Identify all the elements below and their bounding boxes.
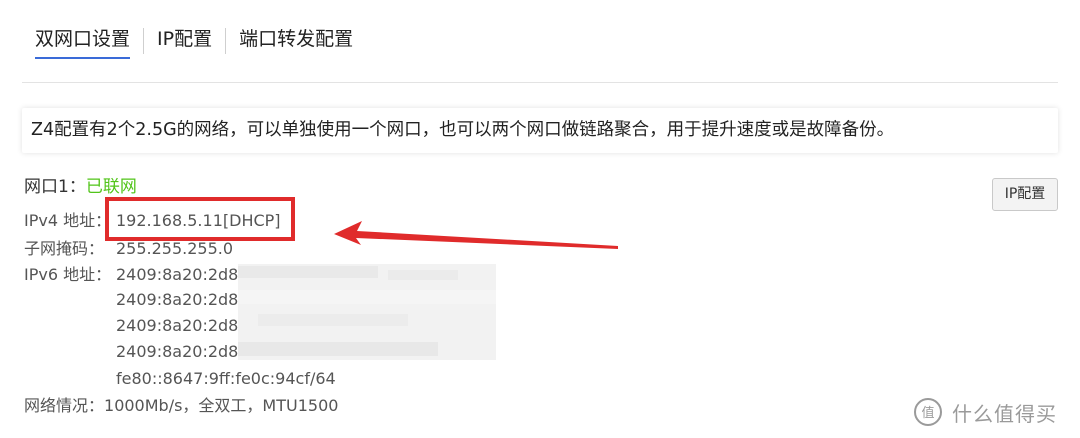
ipv4-label: IPv4 地址： — [24, 211, 112, 230]
watermark-logo-icon: 值 — [914, 398, 942, 426]
mask-row: 子网掩码： 255.255.255.0 — [24, 239, 233, 259]
ipv6-address: 2409:8a20:2d8: — [116, 290, 244, 309]
blurred-mosaic — [238, 264, 496, 360]
watermark: 值 什么值得买 — [913, 397, 1057, 427]
ipv6-address: 2409:8a20:2d8: — [116, 265, 244, 284]
header-divider — [22, 82, 1058, 83]
tab-ip-config[interactable]: IP配置 — [144, 22, 225, 63]
ipv6-address: 2409:8a20:2d8 — [116, 316, 239, 335]
info-banner: Z4配置有2个2.5G的网络，可以单独使用一个网口，也可以两个网口做链路聚合，用… — [22, 108, 1058, 153]
port-title-label: 网口1： — [24, 177, 86, 197]
ip-config-button[interactable]: IP配置 — [992, 178, 1058, 211]
tab-bar: 双网口设置 IP配置 端口转发配置 — [22, 22, 366, 62]
network-value: 1000Mb/s，全双工，MTU1500 — [104, 396, 339, 415]
ipv6-row: IPv6 地址： — [24, 265, 116, 285]
ipv6-address: fe80::8647:9ff:fe0c:94cf/64 — [116, 369, 336, 388]
ipv6-label: IPv6 地址： — [24, 265, 112, 284]
watermark-text: 什么值得买 — [952, 401, 1057, 426]
port-status: 已联网 — [85, 177, 137, 197]
annotation-highlight-box — [105, 197, 295, 241]
svg-text:值: 值 — [921, 405, 934, 421]
annotation-arrow-icon — [334, 221, 618, 249]
tab-port-forwarding[interactable]: 端口转发配置 — [226, 22, 366, 63]
mask-value: 255.255.255.0 — [116, 239, 234, 258]
network-label: 网络情况： — [24, 396, 105, 415]
tab-dual-port[interactable]: 双网口设置 — [22, 22, 143, 63]
port-title: 网口1：已联网 — [24, 176, 137, 198]
mask-label: 子网掩码： — [24, 239, 105, 258]
ipv6-address: 2409:8a20:2d8: — [116, 342, 244, 361]
network-row: 网络情况：1000Mb/s，全双工，MTU1500 — [24, 396, 338, 416]
